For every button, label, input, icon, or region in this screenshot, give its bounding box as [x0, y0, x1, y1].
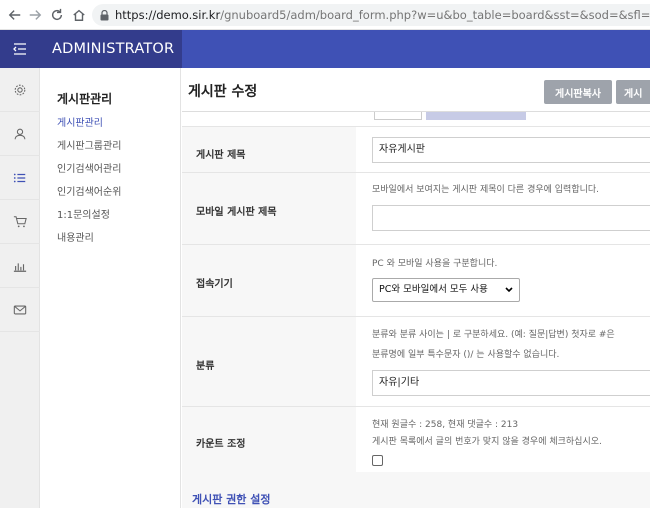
- home-button[interactable]: [68, 4, 90, 26]
- sub-nav-item-popular-rank[interactable]: 인기검색어순위: [57, 186, 121, 209]
- previous-input-stub: [374, 112, 422, 120]
- sub-nav-item-board-group[interactable]: 게시판그룹관리: [57, 140, 121, 163]
- mobile-title-label: 모바일 게시판 제목: [196, 207, 277, 218]
- url-path: /gnuboard5/adm/board_form.php?w=u&bo_tab…: [220, 8, 650, 22]
- reload-icon: [51, 8, 63, 21]
- forward-arrow-icon: [29, 10, 42, 20]
- row-mobile-title: 모바일 게시판 제목 모바일에서 보여지는 게시판 제목이 다른 경우에 입력합…: [182, 172, 650, 244]
- device-label: 접속기기: [196, 279, 233, 290]
- rail-shop[interactable]: [0, 200, 40, 244]
- row-count-adjust: 카운트 조정 현재 원글수 : 258, 현재 댓글수 : 213 게시판 목록…: [182, 406, 650, 472]
- chevron-down-icon: [505, 287, 513, 293]
- row-header: 게시판 제목: [182, 127, 356, 172]
- rail-stats[interactable]: [0, 244, 40, 288]
- mail-icon: [13, 305, 27, 314]
- row-cell: 자유게시판: [356, 127, 650, 172]
- device-help: PC 와 모바일 사용을 구분합니다.: [372, 259, 498, 269]
- main-content: 게시판 수정 게시판복사 게시 게시판 제목 자유게시판 모바일 게시판 제목 …: [182, 68, 650, 508]
- bar-chart-icon: [13, 262, 27, 272]
- admin-header: ADMINISTRATOR: [0, 30, 650, 68]
- sub-nav-item-qa-config[interactable]: 1:1문의설정: [57, 209, 121, 232]
- back-button[interactable]: [4, 4, 26, 26]
- row-cell: 모바일에서 보여지는 게시판 제목이 다른 경우에 입력합니다.: [356, 173, 650, 244]
- row-category: 분류 분류와 분류 사이는 | 로 구분하세요. (예: 질문|답변) 첫자로 …: [182, 316, 650, 406]
- user-icon: [14, 128, 26, 139]
- reload-button[interactable]: [46, 4, 68, 26]
- row-header: 카운트 조정: [182, 407, 356, 472]
- sub-nav-item-content[interactable]: 내용관리: [57, 232, 121, 255]
- sub-nav-list: 게시판관리 게시판그룹관리 인기검색어관리 인기검색어순위 1:1문의설정 내용…: [57, 117, 121, 255]
- gear-icon: [14, 84, 26, 95]
- list-icon: [13, 173, 26, 182]
- page-header: 게시판 수정 게시판복사 게시: [182, 68, 650, 112]
- row-header: 분류: [182, 317, 356, 406]
- cart-icon: [13, 215, 27, 227]
- device-select-value: PC와 모바일에서 모두 사용: [379, 284, 488, 295]
- sub-nav-title: 게시판관리: [57, 92, 113, 106]
- row-board-title: 게시판 제목 자유게시판: [182, 126, 650, 172]
- row-cell: 현재 원글수 : 258, 현재 댓글수 : 213 게시판 목록에서 글의 번…: [356, 407, 650, 472]
- rail-board[interactable]: [0, 156, 40, 200]
- count-adjust-checkbox[interactable]: [372, 455, 383, 466]
- board-form: 게시판 제목 자유게시판 모바일 게시판 제목 모바일에서 보여지는 게시판 제…: [182, 112, 650, 472]
- url-host: https://demo.sir.kr: [115, 8, 221, 22]
- page-title: 게시판 수정: [188, 84, 258, 100]
- category-help-2: 분류명에 일부 특수문자 ()/ 는 사용할수 없습니다.: [372, 350, 560, 360]
- mobile-title-input[interactable]: [372, 205, 650, 231]
- back-arrow-icon: [8, 10, 21, 20]
- row-header: 모바일 게시판 제목: [182, 173, 356, 244]
- mobile-title-help: 모바일에서 보여지는 게시판 제목이 다른 경우에 입력합니다.: [372, 185, 600, 195]
- icon-rail: [0, 68, 40, 508]
- board-copy-button[interactable]: 게시판복사: [544, 80, 612, 104]
- count-help-1: 현재 원글수 : 258, 현재 댓글수 : 213: [372, 420, 519, 430]
- count-help-2: 게시판 목록에서 글의 번호가 맞지 않을 경우에 체크하십시오.: [372, 437, 602, 447]
- row-cell: 분류와 분류 사이는 | 로 구분하세요. (예: 질문|답변) 첫자로 #은 …: [356, 317, 650, 406]
- menu-toggle-button[interactable]: [0, 30, 40, 68]
- sub-nav: 게시판관리 게시판관리 게시판그룹관리 인기검색어관리 인기검색어순위 1:1문…: [41, 68, 181, 508]
- row-header: 접속기기: [182, 245, 356, 316]
- board-title-input[interactable]: 자유게시판: [372, 137, 650, 163]
- admin-brand[interactable]: ADMINISTRATOR: [40, 30, 182, 68]
- permission-section-link[interactable]: 게시판 권한 설정: [192, 491, 271, 507]
- menu-collapse-icon: [13, 43, 26, 55]
- lock-icon: [100, 9, 109, 21]
- rail-mail[interactable]: [0, 288, 40, 332]
- category-input[interactable]: 자유|기타: [372, 370, 650, 396]
- board-title-label: 게시판 제목: [196, 150, 246, 161]
- browser-toolbar: https://demo.sir.kr/gnuboard5/adm/board_…: [0, 0, 650, 30]
- home-icon: [73, 9, 85, 21]
- count-label: 카운트 조정: [196, 439, 246, 450]
- rail-settings[interactable]: [0, 68, 40, 112]
- board-next-button[interactable]: 게시: [616, 80, 650, 104]
- row-device: 접속기기 PC 와 모바일 사용을 구분합니다. PC와 모바일에서 모두 사용: [182, 244, 650, 316]
- category-label: 분류: [196, 361, 215, 372]
- device-select[interactable]: PC와 모바일에서 모두 사용: [372, 278, 520, 302]
- rail-members[interactable]: [0, 112, 40, 156]
- row-cell: PC 와 모바일 사용을 구분합니다. PC와 모바일에서 모두 사용: [356, 245, 650, 316]
- previous-row-stub: [182, 112, 650, 126]
- previous-button-stub: [426, 112, 526, 120]
- sub-nav-item-popular-keyword[interactable]: 인기검색어관리: [57, 163, 121, 186]
- sub-nav-item-board-manage[interactable]: 게시판관리: [57, 117, 121, 140]
- forward-button[interactable]: [24, 4, 46, 26]
- address-bar[interactable]: https://demo.sir.kr/gnuboard5/adm/board_…: [92, 4, 650, 26]
- category-help-1: 분류와 분류 사이는 | 로 구분하세요. (예: 질문|답변) 첫자로 #은: [372, 330, 615, 340]
